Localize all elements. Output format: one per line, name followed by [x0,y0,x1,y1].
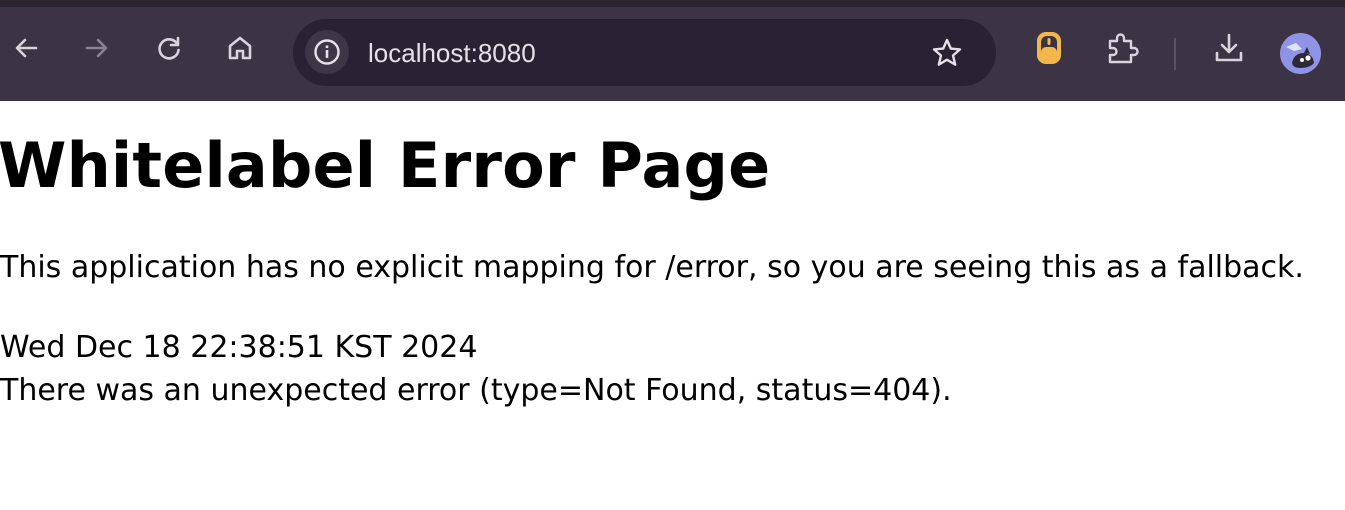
address-bar[interactable]: localhost:8080 [293,19,996,86]
error-info: Wed Dec 18 22:38:51 KST 2024 There was a… [0,326,952,412]
profile-avatar[interactable] [1280,33,1321,74]
error-message: This application has no explicit mapping… [0,250,1304,285]
tab-right[interactable] [522,0,1345,7]
error-detail: There was an unexpected error (type=Not … [0,373,952,408]
bookmark-star-icon [932,38,962,66]
downloads-button[interactable] [1205,24,1253,72]
toolbar-divider [1174,38,1176,70]
tab-left[interactable] [0,0,60,7]
extensions-button[interactable] [1098,24,1146,72]
download-icon [1215,33,1243,62]
home-icon [228,36,252,60]
site-info-button[interactable] [305,30,349,74]
bookmark-button[interactable] [927,33,967,73]
url-text[interactable]: localhost:8080 [368,37,536,69]
reload-button[interactable] [145,24,193,72]
avatar-cat-icon [1280,33,1321,74]
browser-toolbar: localhost:8080 [0,7,1345,101]
forward-button[interactable] [73,24,121,72]
browser-chrome: localhost:8080 [0,0,1345,101]
extensions-puzzle-icon [1108,33,1139,64]
extension-mouse-button[interactable] [1025,24,1073,72]
reload-icon [158,36,180,60]
forward-icon [85,38,108,58]
site-info-icon [314,39,340,65]
tab-strip [0,0,1345,7]
back-icon [15,38,38,58]
page-title: Whitelabel Error Page [0,129,771,202]
back-button[interactable] [2,24,50,72]
home-button[interactable] [216,24,264,72]
error-timestamp: Wed Dec 18 22:38:51 KST 2024 [0,330,478,365]
extension-mouse-icon [1037,32,1061,64]
